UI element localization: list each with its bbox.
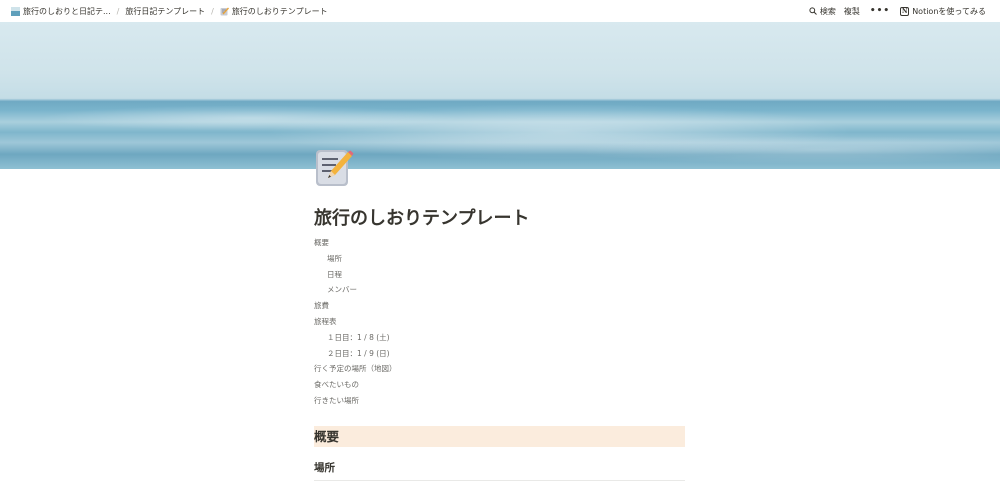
cover-image [0, 22, 1000, 169]
cover-ocean-haze [0, 22, 1000, 169]
ocean-thumbnail-icon [11, 6, 20, 16]
breadcrumb-item-travel-diary[interactable]: 旅行日記テンプレート [122, 4, 208, 19]
breadcrumb-label: 旅行のしおりテンプレート [231, 6, 328, 16]
notion-logo-icon: N [900, 6, 910, 16]
breadcrumb-item-current-page[interactable]: 旅行のしおりテンプレート [217, 4, 331, 19]
top-bar: 旅行のしおりと日記テ... / 旅行日記テンプレート / 旅行のしおりテンプレー… [0, 0, 1000, 22]
breadcrumb-label: 旅行のしおりと日記テ... [23, 6, 111, 16]
try-notion-label: Notionを使ってみる [912, 6, 986, 16]
toc-item[interactable]: 日程 [314, 267, 685, 283]
memo-pencil-icon[interactable] [314, 146, 354, 188]
toc-item[interactable]: ２日目：1 / 9 (日) [314, 346, 685, 362]
memo-icon [220, 7, 229, 16]
toc-item[interactable]: 行く予定の場所（地図） [314, 361, 685, 377]
try-notion-button[interactable]: N Notionを使ってみる [896, 4, 990, 19]
place-heading: 場所 [314, 462, 335, 474]
duplicate-button[interactable]: 複製 [840, 4, 864, 19]
breadcrumb-separator: / [116, 6, 120, 16]
breadcrumb-separator: / [211, 6, 214, 16]
toc-item[interactable]: １日目：1 / 8 (土) [314, 330, 685, 346]
breadcrumb-label: 旅行日記テンプレート [125, 6, 206, 16]
toc-item[interactable]: 食べたいもの [314, 377, 685, 393]
heading-divider [314, 480, 685, 481]
search-label: 検索 [819, 6, 836, 16]
search-button[interactable]: 検索 [805, 4, 840, 19]
table-of-contents: 概要 場所 日程 メンバー 旅費 旅程表 １日目：1 / 8 (土) ２日目：1… [314, 235, 685, 409]
search-icon [809, 7, 817, 15]
toc-item[interactable]: メンバー [314, 282, 685, 298]
toc-item[interactable]: 概要 [314, 235, 685, 251]
page-title[interactable]: 旅行のしおりテンプレート [314, 205, 685, 233]
toc-item[interactable]: 旅程表 [314, 314, 685, 330]
toc-item[interactable]: 旅費 [314, 298, 685, 314]
more-options-button[interactable]: ••• [864, 6, 896, 16]
toc-item[interactable]: 場所 [314, 251, 685, 267]
topbar-actions: 検索 複製 ••• N Notionを使ってみる [805, 4, 1000, 19]
overview-heading: 概要 [314, 426, 685, 447]
toc-item[interactable]: 行きたい場所 [314, 393, 685, 409]
breadcrumb: 旅行のしおりと日記テ... / 旅行日記テンプレート / 旅行のしおりテンプレー… [0, 4, 331, 19]
duplicate-label: 複製 [843, 6, 860, 16]
page-content: 旅行のしおりテンプレート 概要 場所 日程 メンバー 旅費 旅程表 １日目：1 … [314, 205, 685, 409]
breadcrumb-item-workspace[interactable]: 旅行のしおりと日記テ... [8, 4, 114, 19]
